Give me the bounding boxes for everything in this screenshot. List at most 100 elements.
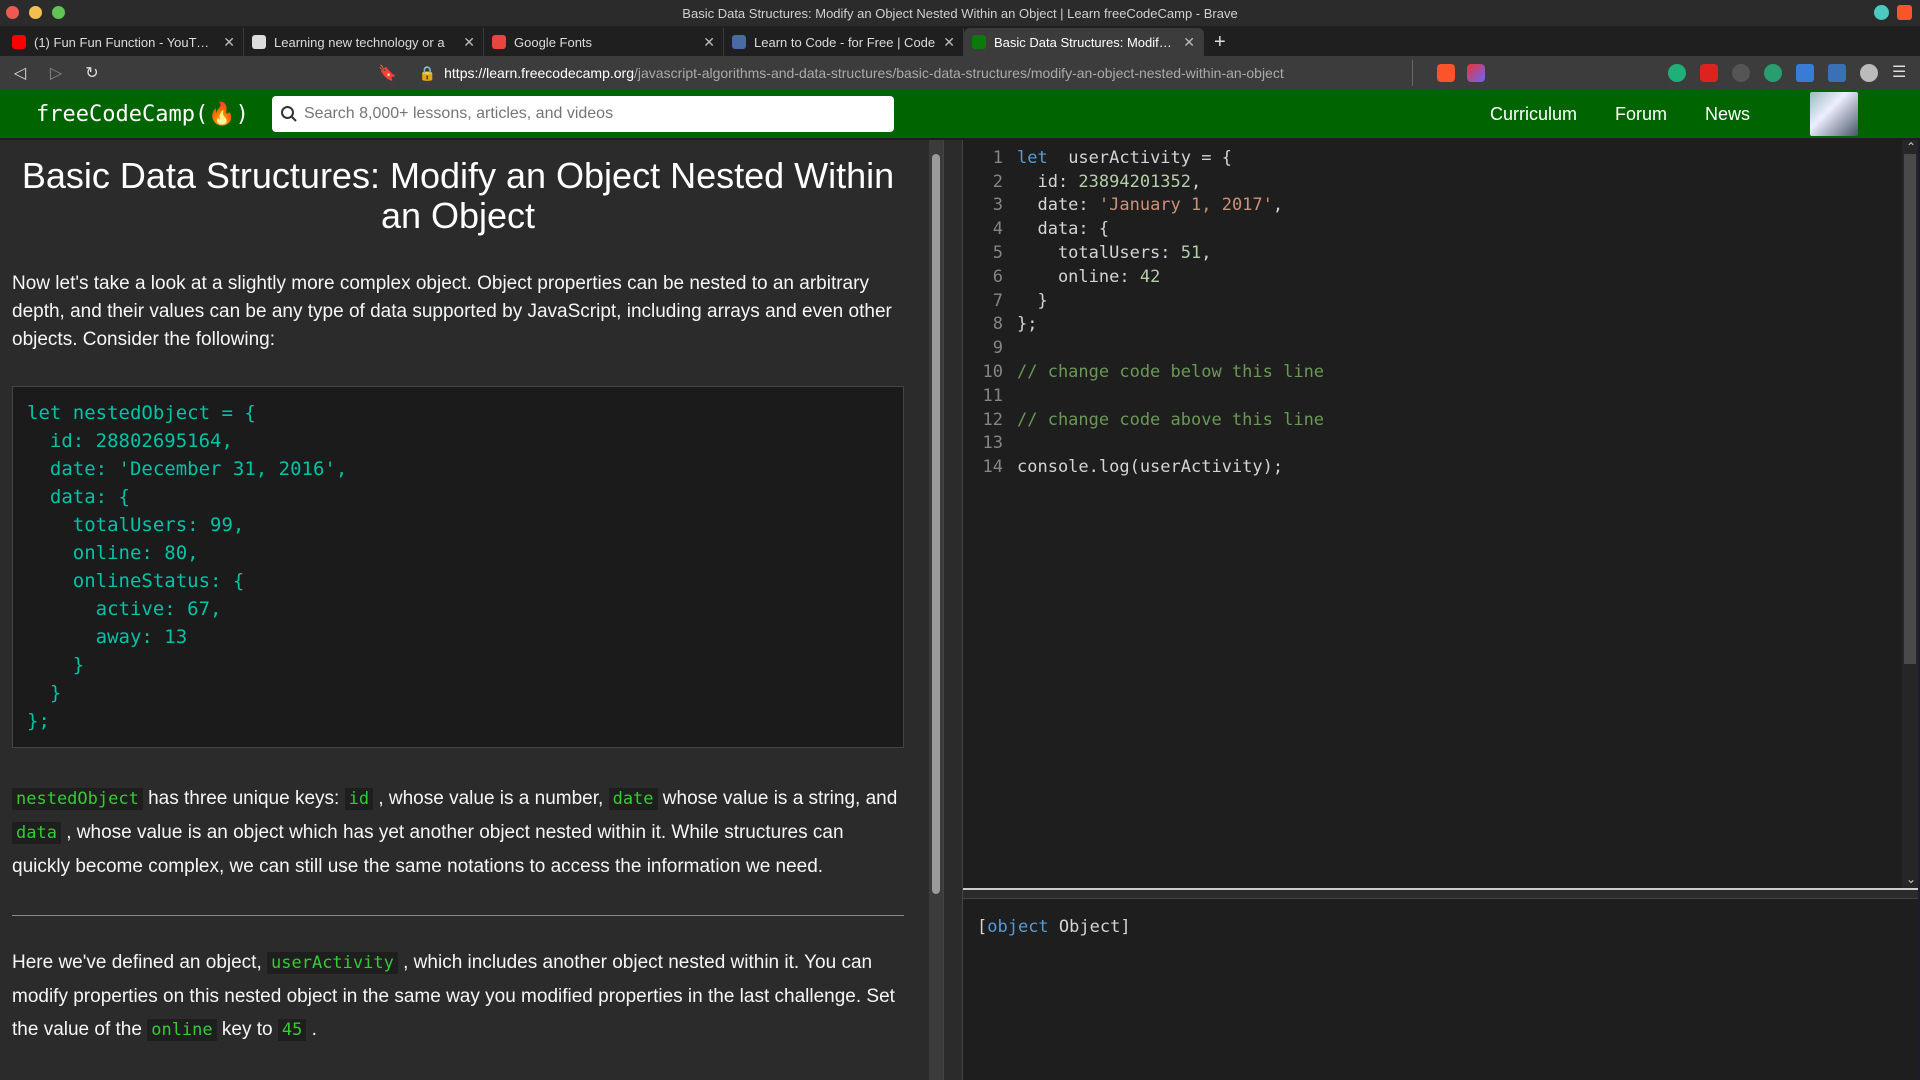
stylus-icon[interactable]	[1796, 64, 1814, 82]
avatar[interactable]	[1810, 92, 1858, 136]
url-path: /javascript-algorithms-and-data-structur…	[634, 65, 1284, 81]
code-line: totalUsers: 99,	[27, 514, 245, 536]
code-line: id: 28802695164,	[27, 430, 233, 452]
editor-pane: 1 let userActivity = {2 id: 23894201352, 3…	[963, 140, 1918, 1080]
line-number: 8	[992, 314, 1003, 335]
page-icon	[732, 35, 746, 49]
google-fonts-icon	[492, 35, 506, 49]
bitwarden-icon[interactable]	[1828, 64, 1846, 82]
profile-icon[interactable]	[1860, 64, 1878, 82]
output-resize-handle[interactable]	[963, 888, 1918, 898]
pane-resize-handle[interactable]	[943, 140, 963, 1080]
challenge-layout: Basic Data Structures: Modify an Object …	[0, 140, 1920, 1080]
editor-line[interactable]: 5 totalUsers: 51,	[963, 241, 1918, 265]
nav-forum[interactable]: Forum	[1615, 104, 1667, 125]
brave-rewards-icon[interactable]	[1466, 64, 1485, 82]
extension-icons	[1436, 64, 1485, 82]
refresh-ext-icon[interactable]	[1764, 64, 1782, 82]
extension-toolbar: ☰	[1668, 64, 1910, 82]
code-line: date: 'December 31, 2016',	[27, 458, 348, 480]
scroll-up-icon[interactable]: ⌃	[1906, 140, 1916, 154]
code-text: };	[1015, 314, 1037, 334]
browser-tab[interactable]: Google Fonts ✕	[484, 28, 724, 56]
tab-title: (1) Fun Fun Function - YouTube	[34, 34, 216, 50]
text: Here we've defined an object,	[12, 952, 268, 973]
nav-news[interactable]: News	[1705, 104, 1750, 125]
close-tab-icon[interactable]: ✕	[1183, 34, 1195, 51]
extension-icon[interactable]	[1732, 64, 1750, 82]
editor-line[interactable]: 8};	[963, 313, 1918, 337]
inline-code: date	[608, 788, 658, 810]
brave-icon[interactable]	[1897, 5, 1912, 20]
forward-icon[interactable]: ▷	[46, 63, 66, 83]
editor-line[interactable]: 13	[963, 432, 1918, 456]
code-editor[interactable]: 1 let userActivity = {2 id: 23894201352, 3…	[963, 140, 1918, 888]
intro-paragraph: Now let's take a look at a slightly more…	[12, 273, 892, 350]
editor-line[interactable]: 6 online: 42	[963, 265, 1918, 289]
browser-tab[interactable]: Basic Data Structures: Modify a ✕	[964, 28, 1204, 56]
line-number: 1	[992, 147, 1003, 168]
editor-line[interactable]: 2 id: 23894201352,	[963, 170, 1918, 194]
search-box[interactable]	[272, 96, 894, 132]
close-tab-icon[interactable]: ✕	[223, 34, 235, 51]
close-tab-icon[interactable]: ✕	[943, 34, 955, 51]
editor-line[interactable]: 11	[963, 384, 1918, 408]
line-number: 7	[992, 290, 1003, 311]
code-text: online: 42	[1015, 267, 1160, 287]
text: , whose value is an object which has yet…	[12, 822, 844, 877]
tab-title: Google Fonts	[514, 34, 593, 50]
code-line: }	[27, 682, 62, 704]
code-token: 'January 1, 2017'	[1098, 195, 1273, 216]
bookmark-icon[interactable]: 🔖	[378, 64, 397, 82]
grammarly-icon[interactable]	[1668, 64, 1686, 82]
code-line: }	[27, 654, 85, 676]
fcc-logo[interactable]: freeCodeCamp(🔥)	[36, 102, 256, 127]
line-number: 14	[982, 457, 1003, 478]
code-token: ,	[1191, 171, 1202, 192]
line-number: 2	[992, 171, 1003, 192]
instructions-scrollbar[interactable]	[929, 140, 943, 1080]
editor-scrollbar[interactable]: ⌃ ⌄	[1902, 140, 1918, 888]
browser-tab[interactable]: (1) Fun Fun Function - YouTube ✕	[4, 28, 244, 56]
inline-code: online	[147, 1019, 217, 1041]
menu-icon[interactable]: ☰	[1892, 64, 1910, 82]
tab-title: Basic Data Structures: Modify a	[994, 34, 1176, 50]
editor-line[interactable]: 7 }	[963, 289, 1918, 313]
scroll-down-icon[interactable]: ⌄	[1906, 872, 1916, 886]
editor-line[interactable]: 1 let userActivity = {	[963, 146, 1918, 170]
browser-tab[interactable]: Learning new technology or a ✕	[244, 28, 484, 56]
sync-icon[interactable]	[1874, 5, 1889, 20]
nav-curriculum[interactable]: Curriculum	[1490, 104, 1577, 125]
editor-line[interactable]: 3 date: 'January 1, 2017',	[963, 194, 1918, 218]
close-tab-icon[interactable]: ✕	[703, 34, 715, 51]
code-token: data: {	[1017, 219, 1110, 240]
code-line: };	[27, 710, 50, 732]
line-number: 6	[992, 266, 1003, 287]
code-token: ,	[1201, 243, 1212, 264]
output-text: [	[977, 917, 988, 937]
editor-line[interactable]: 4 data: {	[963, 217, 1918, 241]
line-number: 11	[982, 385, 1003, 406]
code-token: 23894201352	[1078, 171, 1192, 192]
new-tab-button[interactable]: +	[1204, 28, 1236, 56]
editor-line[interactable]: 14 console.log(userActivity);	[963, 455, 1918, 479]
code-text: totalUsers: 51,	[1015, 243, 1212, 263]
editor-line[interactable]: 10 // change code below this line	[963, 360, 1918, 384]
youtube-ext-icon[interactable]	[1700, 64, 1718, 82]
back-icon[interactable]: ◁	[10, 63, 30, 83]
close-window-button[interactable]	[6, 6, 19, 19]
editor-line[interactable]: 9	[963, 336, 1918, 360]
text: .	[306, 1019, 317, 1040]
line-number: 4	[992, 219, 1003, 240]
inline-code: 45	[277, 1019, 307, 1041]
maximize-window-button[interactable]	[52, 6, 65, 19]
reload-icon[interactable]: ↻	[82, 63, 102, 83]
minimize-window-button[interactable]	[29, 6, 42, 19]
search-input[interactable]	[304, 105, 884, 123]
browser-tab[interactable]: Learn to Code - for Free | Code ✕	[724, 28, 964, 56]
line-number: 5	[992, 243, 1003, 264]
address-bar[interactable]: 🔒 https://learn.freecodecamp.org/javascr…	[413, 60, 1413, 86]
editor-line[interactable]: 12 // change code above this line	[963, 408, 1918, 432]
close-tab-icon[interactable]: ✕	[463, 34, 475, 51]
brave-shields-icon[interactable]	[1436, 64, 1455, 82]
